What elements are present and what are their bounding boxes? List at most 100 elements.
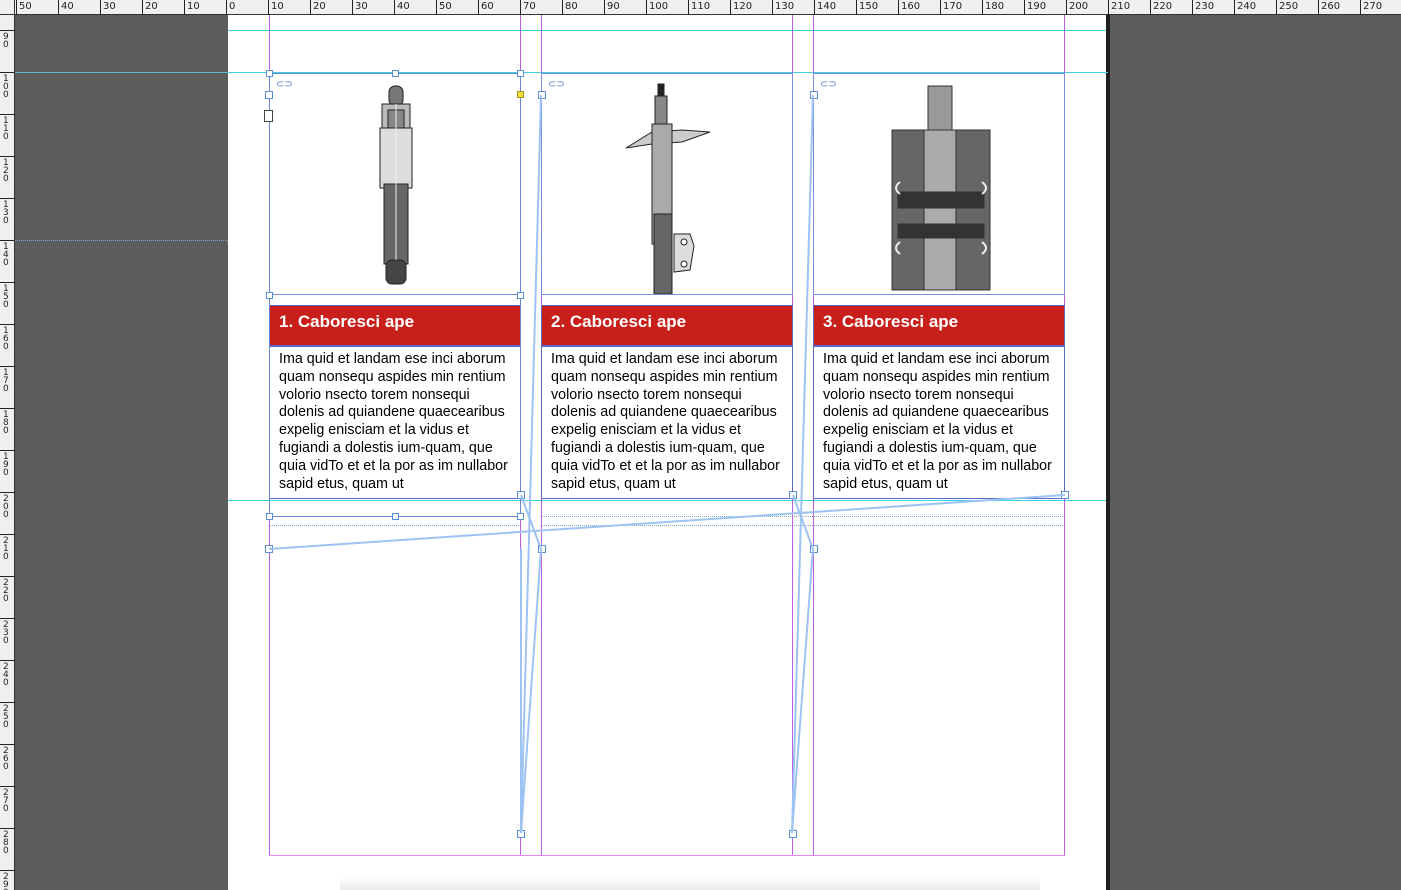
ruler-tick-label: 140 [817, 1, 837, 12]
ruler-tick-label: 30 [355, 1, 368, 12]
ruler-tick-label: 230 [3, 620, 9, 646]
resize-handle-tm[interactable] [392, 70, 399, 77]
ruler-tick-label: 30 [103, 1, 116, 12]
guide-top-margin[interactable] [228, 30, 1106, 31]
in-port-icon[interactable] [810, 91, 818, 99]
ruler-tick: 250 [0, 702, 15, 730]
ruler-tick: 280 [0, 828, 15, 856]
baseline-guide-3 [269, 525, 521, 526]
ruler-tick-label: 90 [607, 1, 620, 12]
link-icon[interactable]: ⊂⊃ [548, 79, 565, 90]
ruler-tick: 40 [58, 0, 74, 15]
ruler-tick: 20 [310, 0, 326, 15]
resize-handle-bm[interactable] [392, 513, 399, 520]
pasteboard-guide-2[interactable] [15, 240, 228, 241]
frame-corner-options[interactable] [517, 91, 524, 98]
in-port-icon[interactable] [538, 91, 546, 99]
card-3-body[interactable]: Ima quid et landam ese inci aborum quam … [813, 346, 1065, 499]
ruler-tick: 200 [1066, 0, 1088, 15]
ruler-tick: 260 [0, 744, 15, 772]
horizontal-ruler[interactable]: 50 40 30 20 10 0 10 20 30 40 50 60 70 80 90 100 110 120 13… [0, 0, 1401, 15]
ruler-tick-label: 50 [439, 1, 452, 12]
ruler-tick-label: 120 [733, 1, 753, 12]
ruler-tick-label: 110 [3, 116, 9, 142]
ruler-tick-label: 250 [3, 704, 9, 730]
ruler-tick-label: 210 [3, 536, 9, 562]
card-2-title[interactable]: 2. Caboresci ape [541, 305, 793, 346]
ruler-tick: 180 [0, 408, 15, 436]
resize-handle-mr[interactable] [517, 292, 524, 299]
resize-handle-br[interactable] [517, 513, 524, 520]
text-frame-icon[interactable] [264, 110, 273, 122]
ruler-tick: 20 [142, 0, 158, 15]
link-icon[interactable]: ⊂⊃ [276, 79, 293, 90]
ruler-tick: 100 [646, 0, 668, 15]
ruler-tick: 130 [772, 0, 794, 15]
ruler-tick-label: 20 [145, 1, 158, 12]
ruler-tick: 160 [0, 324, 15, 352]
ruler-tick: 240 [1234, 0, 1256, 15]
ruler-tick: 220 [0, 576, 15, 604]
ruler-tick: 70 [520, 0, 536, 15]
ruler-tick: 150 [0, 282, 15, 310]
ruler-tick-label: 260 [3, 746, 9, 772]
ruler-tick-label: 220 [3, 578, 9, 604]
ruler-tick: 270 [1360, 0, 1382, 15]
image-frame-3[interactable] [813, 73, 1065, 295]
ruler-tick-label: 10 [187, 1, 200, 12]
group-frame-1[interactable] [269, 73, 521, 517]
ruler-tick-label: 260 [1321, 1, 1341, 12]
resize-handle-ml[interactable] [266, 292, 273, 299]
ruler-tick-label: 100 [3, 74, 9, 100]
in-port-icon[interactable] [265, 91, 273, 99]
ruler-tick-label: 180 [985, 1, 1005, 12]
in-port-icon[interactable] [810, 545, 818, 553]
card-3-title[interactable]: 3. Caboresci ape [813, 305, 1065, 346]
out-port-icon[interactable] [517, 491, 525, 499]
in-port-icon[interactable] [265, 545, 273, 553]
ruler-tick-label: 210 [1111, 1, 1131, 12]
ruler-tick: 210 [0, 534, 15, 562]
baseline-guide [541, 516, 1065, 517]
ruler-tick-label: 230 [1195, 1, 1215, 12]
resize-handle-tl[interactable] [266, 70, 273, 77]
ruler-tick: 210 [1108, 0, 1130, 15]
image-frame-2[interactable] [541, 73, 793, 295]
ruler-tick-label: 150 [859, 1, 879, 12]
ruler-tick-label: 240 [1237, 1, 1257, 12]
out-port-icon[interactable] [517, 830, 525, 838]
ruler-tick-label: 190 [1027, 1, 1047, 12]
ruler-tick: 270 [0, 786, 15, 814]
strut-assembly-image [625, 83, 711, 294]
ruler-tick: 110 [688, 0, 710, 15]
resize-handle-tr[interactable] [517, 70, 524, 77]
ruler-tick-label: 160 [3, 326, 9, 352]
ruler-tick: 120 [0, 156, 15, 184]
ruler-tick: 140 [0, 240, 15, 268]
ruler-tick: 90 [604, 0, 620, 15]
vertical-ruler[interactable]: 90 100 110 120 130 140 150 160 170 180 190 200 210 22… [0, 15, 15, 890]
ruler-origin[interactable] [0, 0, 15, 15]
out-port-icon[interactable] [789, 830, 797, 838]
resize-handle-bl[interactable] [266, 513, 273, 520]
link-icon[interactable]: ⊂⊃ [820, 79, 837, 90]
ruler-tick-label: 40 [397, 1, 410, 12]
ruler-tick: 40 [394, 0, 410, 15]
ruler-tick: 120 [730, 0, 752, 15]
ruler-tick: 160 [898, 0, 920, 15]
ruler-tick: 150 [856, 0, 878, 15]
ruler-tick: 190 [0, 450, 15, 478]
ruler-tick-label: 20 [313, 1, 326, 12]
card-2-body[interactable]: Ima quid et landam ese inci aborum quam … [541, 346, 793, 499]
ruler-tick: 230 [0, 618, 15, 646]
ruler-tick-label: 190 [3, 452, 9, 478]
ruler-tick-label: 70 [523, 1, 536, 12]
ruler-tick: 130 [0, 198, 15, 226]
ruler-tick-label: 110 [691, 1, 711, 12]
out-port-icon[interactable] [789, 491, 797, 499]
out-port-icon[interactable] [1061, 491, 1069, 499]
ruler-tick: 230 [1192, 0, 1214, 15]
in-port-icon[interactable] [538, 545, 546, 553]
pasteboard-guide[interactable] [15, 72, 228, 73]
ruler-tick-label: 250 [1279, 1, 1299, 12]
